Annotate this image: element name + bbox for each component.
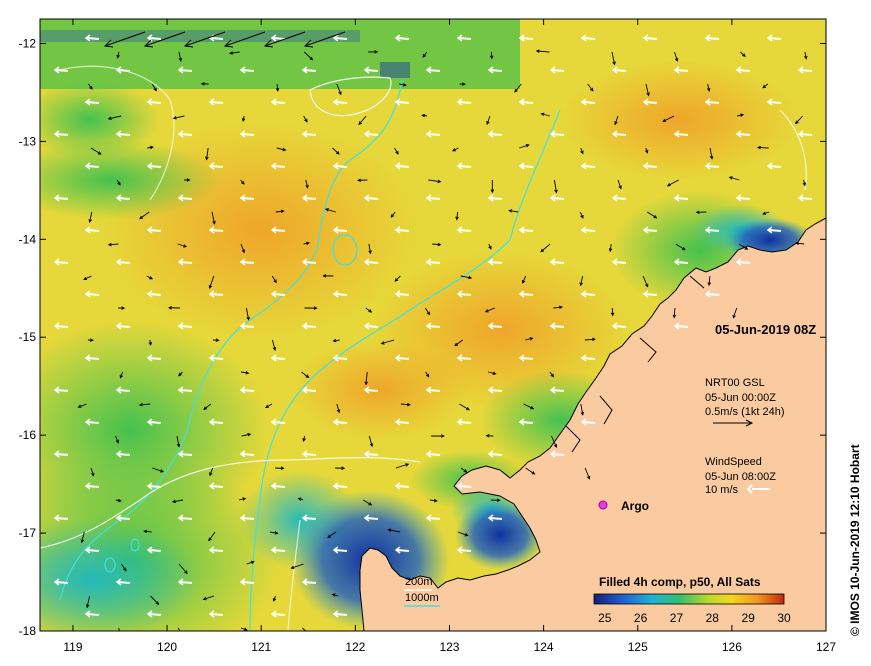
x-tick-label: 124 (534, 640, 554, 654)
colorbar-tick-label: 28 (706, 611, 720, 625)
colorbar-tick-label: 26 (634, 611, 648, 625)
x-tick-label: 127 (816, 640, 836, 654)
y-tick-label: -12 (19, 36, 37, 50)
wind-info-time: 05-Jun 08:00Z (705, 471, 776, 483)
current-info-title: NRT00 GSL (705, 377, 765, 389)
colorbar-title: Filled 4h comp, p50, All Sats (599, 575, 761, 589)
argo-float-icon (598, 500, 608, 510)
x-tick-label: 120 (157, 640, 177, 654)
x-tick-label: 125 (628, 640, 648, 654)
wind-info-title: WindSpeed (705, 456, 762, 468)
sst-field (40, 19, 826, 631)
current-info-scale: 0.5m/s (1kt 24h) (705, 406, 784, 418)
y-tick-label: -13 (19, 134, 37, 148)
x-tick-label: 119 (63, 640, 82, 654)
current-info-time: 05-Jun 00:00Z (705, 392, 776, 404)
timestamp-label: 05-Jun-2019 08Z (715, 322, 816, 337)
y-tick-label: -17 (19, 526, 37, 540)
x-tick-label: 126 (722, 640, 742, 654)
colorbar-tick-label: 30 (777, 611, 791, 625)
colorbar (593, 593, 785, 605)
colorbar-tick-label: 29 (741, 611, 755, 625)
colorbar-tick-label: 27 (670, 611, 684, 625)
wind-info-scale: 10 m/s (705, 484, 739, 496)
sst-map: 119 120 121 122 123 124 125 126 127 -12 -13 -14 -15… (19, 18, 836, 654)
y-tick-label: -16 (19, 428, 37, 442)
y-tick-label: -14 (19, 232, 37, 246)
colorbar-tick-label: 25 (598, 611, 612, 625)
y-tick-label: -15 (19, 330, 37, 344)
depth-200m-label: 200m (405, 576, 433, 588)
depth-1000m-label: 1000m (405, 592, 439, 604)
x-tick-label: 123 (439, 640, 459, 654)
x-tick-label: 122 (345, 640, 365, 654)
x-tick-label: 121 (251, 640, 271, 654)
y-tick-label: -18 (19, 624, 37, 638)
credit-label: © IMOS 10-Jun-2019 12:10 Hobart (848, 444, 862, 636)
argo-label: Argo (621, 499, 649, 513)
